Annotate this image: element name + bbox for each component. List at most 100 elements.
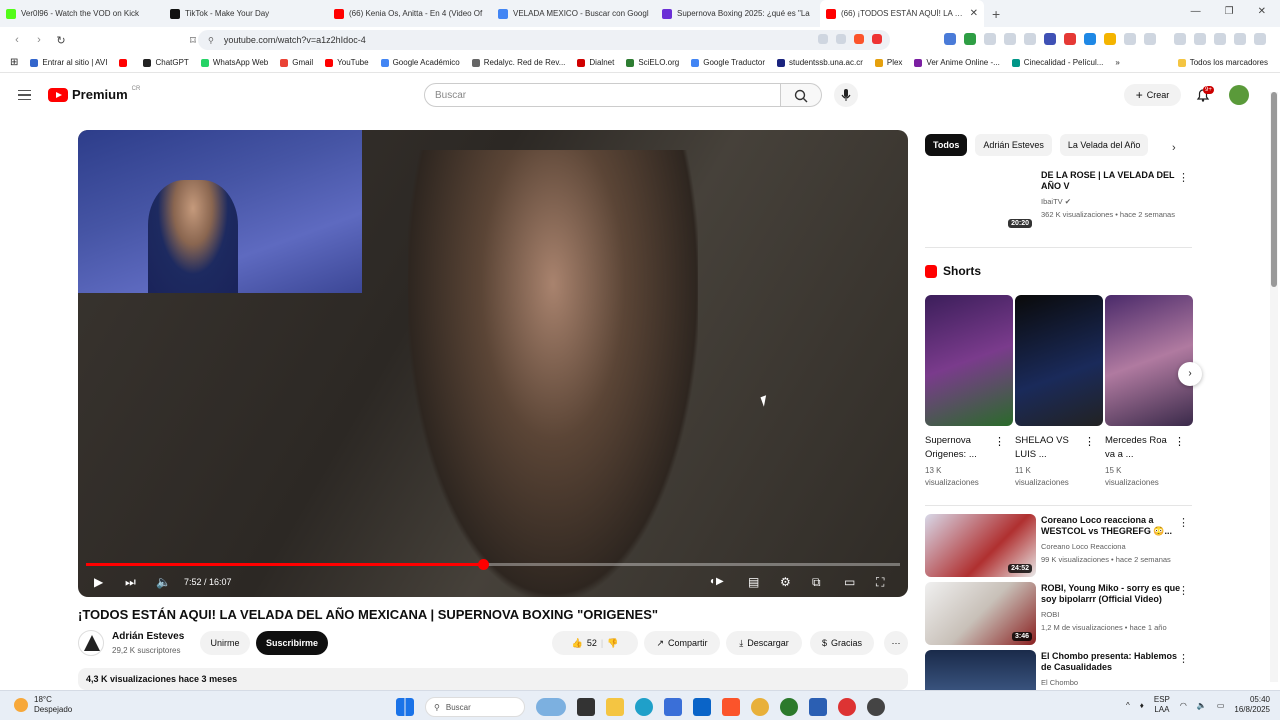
short-item[interactable]: Supernova Origenes: ... 13 K visualizacio… [925, 295, 1013, 489]
hamburger-menu-icon[interactable] [18, 90, 31, 100]
new-tab-icon[interactable]: + [992, 6, 1000, 22]
more-vertical-icon[interactable]: ⋮ [1178, 652, 1189, 665]
brave-icon[interactable] [722, 698, 740, 716]
forward-icon[interactable]: › [34, 34, 44, 46]
browser-tab[interactable]: (66) ¡TODOS ESTÁN AQUÍ! LA VE ✕ [820, 0, 984, 27]
xbox-icon[interactable] [780, 698, 798, 716]
related-video-item[interactable]: 3:46 ROBI, Young Miko - sorry es que soy … [925, 582, 1193, 646]
extension-icon[interactable] [1104, 33, 1116, 45]
channel-avatar[interactable] [78, 630, 104, 656]
settings-gear-icon[interactable]: ⚙ [780, 575, 791, 589]
bookmark-item[interactable]: Cinecalidad - Películ... [1011, 58, 1103, 67]
close-tab-icon[interactable]: ✕ [970, 8, 978, 19]
clock[interactable]: 05:40 16/8/2025 [1234, 695, 1270, 715]
more-vertical-icon[interactable]: ⋮ [1178, 171, 1189, 184]
volume-icon[interactable]: 🔈 [156, 575, 171, 589]
bookmark-item[interactable]: Plex [874, 58, 902, 67]
more-bookmarks-icon[interactable]: » [1115, 58, 1119, 67]
short-title[interactable]: SHELAO VS LUIS ... [1015, 434, 1085, 462]
sidebar-icon[interactable] [1174, 33, 1186, 45]
bookmark-item[interactable]: WhatsApp Web [200, 58, 268, 67]
browser-tab[interactable]: Supernova Boxing 2025: ¿qué es "La [656, 0, 820, 27]
related-video-title[interactable]: ROBI, Young Miko - sorry es que soy bipo… [1041, 583, 1181, 605]
wallet-icon[interactable] [1194, 33, 1206, 45]
autoplay-toggle-icon[interactable]: ◐▶ [710, 575, 724, 589]
shorts-next-button[interactable]: › [1178, 362, 1202, 386]
chrome-icon[interactable] [751, 698, 769, 716]
browser-menu-icon[interactable] [1254, 33, 1266, 45]
video-thumbnail[interactable]: 24:52 [925, 514, 1036, 577]
more-vertical-icon[interactable]: ⋮ [1174, 435, 1185, 448]
thumbs-up-icon[interactable]: 👍 [572, 638, 583, 649]
wifi-icon[interactable]: ◠ [1180, 701, 1187, 710]
url-field[interactable]: ⚲ youtube.com/watch?v=a1z2hIdoc-4 [198, 30, 890, 50]
progress-bar[interactable] [86, 559, 900, 570]
browser-tab[interactable]: Ver0l96 - Watch the VOD on Kick [0, 0, 164, 27]
related-video-item[interactable]: 20:20 DE LA ROSE | LA VELADA DEL AÑO V I… [925, 169, 1193, 233]
next-icon[interactable]: ⏭ [125, 575, 136, 589]
more-actions-button[interactable]: ⋯ [884, 631, 908, 655]
join-button[interactable]: Unirme [200, 631, 250, 655]
all-bookmarks-folder[interactable]: Todos los marcadores [1177, 58, 1268, 67]
tray-chevron-icon[interactable]: ^ [1126, 701, 1130, 710]
more-vertical-icon[interactable]: ⋮ [1178, 516, 1189, 529]
bookmark-item[interactable]: Google Académico [380, 58, 460, 67]
bookmark-page-icon[interactable]: ⌑ [188, 34, 198, 47]
record-icon[interactable] [838, 698, 856, 716]
download-button[interactable]: ⤓ Descargar [726, 631, 802, 655]
bookmark-item[interactable] [119, 58, 131, 67]
bookmark-item[interactable]: studentssb.una.ac.cr [777, 58, 863, 67]
bookmark-item[interactable]: Gmail [280, 58, 313, 67]
channel-name[interactable]: Adrián Esteves [112, 631, 184, 642]
page-scrollbar[interactable] [1270, 92, 1278, 682]
voice-search-button[interactable] [834, 83, 858, 107]
back-icon[interactable]: ‹ [12, 34, 22, 46]
short-thumbnail[interactable] [1015, 295, 1103, 426]
short-title[interactable]: Mercedes Roa va a ... [1105, 434, 1175, 462]
bookmark-item[interactable]: Dialnet [577, 58, 614, 67]
filter-chip[interactable]: La Velada del Año [1059, 134, 1149, 156]
related-video-item[interactable]: 24:52 Coreano Loco reacciona a WESTCOL vs… [925, 514, 1193, 578]
search-input[interactable]: Buscar [424, 83, 781, 107]
reload-icon[interactable]: ↻ [56, 34, 66, 47]
brave-rewards-icon[interactable] [872, 34, 882, 44]
bookmark-item[interactable]: Redalyc. Red de Rev... [471, 58, 565, 67]
edge-icon[interactable] [635, 698, 653, 716]
maximize-icon[interactable]: ❐ [1225, 6, 1234, 17]
subscribe-button[interactable]: Suscribirme [256, 631, 328, 655]
theater-mode-icon[interactable]: ▭ [844, 575, 855, 589]
input-language[interactable]: ESP [1154, 695, 1170, 705]
bookmark-item[interactable]: Google Traductor [691, 58, 765, 67]
share-icon[interactable] [836, 34, 846, 44]
short-item[interactable]: SHELAO VS LUIS ... 11 K visualizaciones ⋮ [1015, 295, 1103, 489]
fullscreen-icon[interactable]: ⛶ [876, 575, 884, 589]
task-view-icon[interactable] [577, 698, 595, 716]
widgets-icon[interactable] [536, 698, 566, 716]
filter-chip[interactable]: Todos [925, 134, 968, 156]
short-title[interactable]: Supernova Origenes: ... [925, 434, 995, 462]
search-button[interactable] [781, 83, 822, 107]
profile-icon[interactable] [1214, 33, 1226, 45]
short-thumbnail[interactable] [925, 295, 1013, 426]
more-vertical-icon[interactable]: ⋮ [1084, 435, 1095, 448]
thumbs-down-icon[interactable]: 👎 [607, 638, 618, 649]
related-video-title[interactable]: DE LA ROSE | LA VELADA DEL AÑO V [1041, 170, 1181, 192]
taskbar-search[interactable]: ⚲ Buscar [425, 697, 525, 717]
extension-icon[interactable] [1084, 33, 1096, 45]
extension-icon[interactable] [984, 33, 996, 45]
extension-icon[interactable] [1144, 33, 1156, 45]
file-explorer-icon[interactable] [606, 698, 624, 716]
browser-tab[interactable]: (66) Kenia Os, Anitta - En 4 (Video Of [328, 0, 492, 27]
short-item[interactable]: Mercedes Roa va a ... 15 K visualizacione… [1105, 295, 1193, 489]
extension-icon[interactable] [1024, 33, 1036, 45]
video-thumbnail[interactable]: 20:20 [925, 169, 1036, 232]
vpn-icon[interactable] [1234, 33, 1246, 45]
extensions-puzzle-icon[interactable] [1124, 33, 1136, 45]
chips-next-icon[interactable]: › [1172, 142, 1176, 154]
video-player[interactable]: ▶ ⏭ 🔈 7:52 / 16:07 ◐▶ ▤ ⚙ ⧉ ▭ ⛶ [78, 130, 908, 597]
filter-chip[interactable]: Adrián Esteves [975, 134, 1052, 156]
install-icon[interactable] [818, 34, 828, 44]
related-video-title[interactable]: El Chombo presenta: Hablemos de Casualid… [1041, 651, 1181, 673]
outlook-icon[interactable] [693, 698, 711, 716]
browser-tab[interactable]: TikTok - Make Your Day [164, 0, 328, 27]
